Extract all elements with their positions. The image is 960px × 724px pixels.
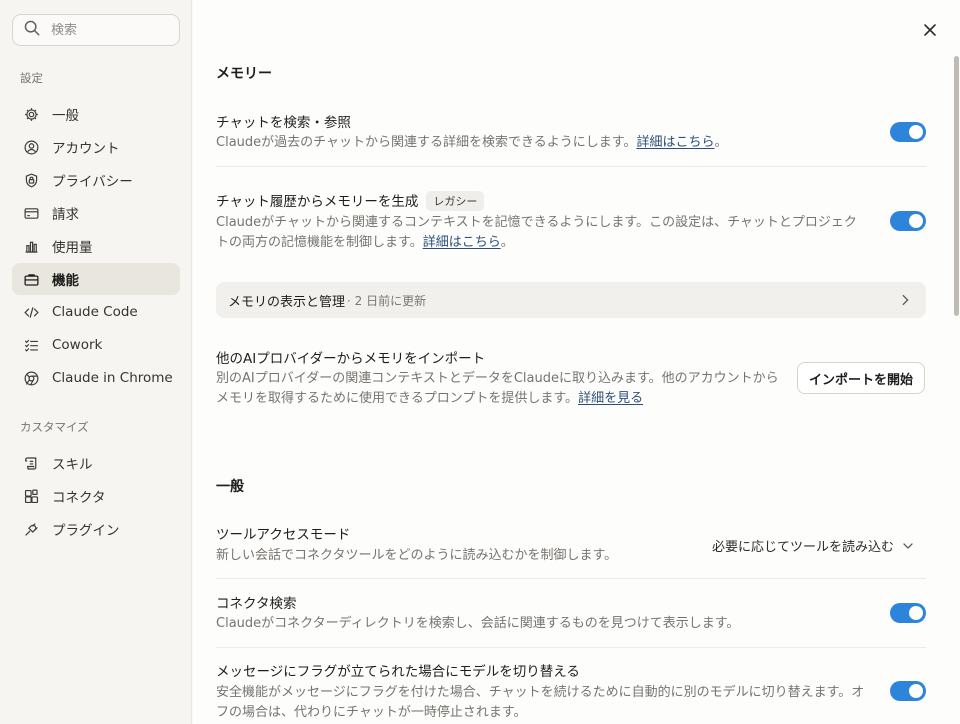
sidebar-item-claude-code[interactable]: Claude Code	[12, 296, 180, 328]
divider	[216, 578, 926, 579]
sidebar-item-label: Cowork	[52, 337, 103, 353]
briefcase-icon	[22, 270, 40, 288]
scrollbar[interactable]	[954, 56, 959, 316]
memory-heading: メモリー	[216, 66, 272, 82]
section-label-customize: カスタマイズ	[20, 420, 89, 434]
search-input[interactable]	[51, 22, 171, 38]
sidebar-item-label: スキル	[52, 457, 93, 473]
search-icon	[23, 19, 41, 41]
flag-switch-toggle[interactable]	[890, 681, 926, 701]
divider	[216, 647, 926, 648]
sidebar-item-plugins[interactable]: プラグイン	[12, 513, 180, 545]
code-icon	[22, 303, 40, 321]
sidebar-item-label: アカウント	[52, 141, 120, 157]
sidebar-item-billing[interactable]: 請求	[12, 197, 180, 229]
sidebar-item-label: 使用量	[52, 240, 93, 256]
bar-chart-icon	[22, 237, 40, 255]
connector-search-title: コネクタ検索	[216, 596, 297, 612]
sidebar-item-label: Claude Code	[52, 304, 138, 320]
generate-memory-title-text: チャット履歴からメモリーを生成	[216, 194, 419, 210]
credit-card-icon	[22, 204, 40, 222]
import-memory-desc: 別のAIプロバイダーの関連コンテキストとデータをClaudeに取り込みます。他の…	[216, 369, 786, 409]
tool-access-desc: 新しい会話でコネクタツールをどのように読み込むかを制御します。	[216, 548, 618, 563]
generate-memory-desc-tail: 。	[500, 235, 514, 250]
gear-icon	[22, 105, 40, 123]
sidebar-item-features[interactable]: 機能	[12, 263, 180, 295]
section-label-settings: 設定	[20, 71, 43, 85]
sidebar-item-label: 機能	[52, 273, 79, 289]
tool-access-title: ツールアクセスモード	[216, 527, 351, 543]
import-memory-desc-text: 別のAIプロバイダーの関連コンテキストとデータをClaudeに取り込みます。他の…	[216, 371, 779, 406]
close-icon	[924, 24, 936, 36]
sidebar-item-privacy[interactable]: プライバシー	[12, 164, 180, 196]
sidebar-item-label: コネクタ	[52, 490, 106, 506]
import-memory-title: 他のAIプロバイダーからメモリをインポート	[216, 351, 486, 367]
chevron-down-icon	[903, 542, 913, 549]
flag-switch-desc: 安全機能がメッセージにフラグを付けた場合、チャットを続けるために自動的に別のモデ…	[216, 685, 865, 720]
manage-memory-row[interactable]: メモリの表示と管理 · 2 日前に更新	[216, 282, 926, 318]
legacy-badge: レガシー	[426, 191, 485, 211]
flag-switch-title: メッセージにフラグが立てられた場合にモデルを切り替える	[216, 664, 580, 680]
manage-memory-updated: · 2 日前に更新	[347, 293, 427, 308]
search-chats-toggle[interactable]	[890, 122, 926, 142]
search-box[interactable]	[12, 14, 180, 46]
sidebar-item-cowork[interactable]: Cowork	[12, 329, 180, 361]
import-learn-more-link[interactable]: 詳細を見る	[578, 391, 643, 406]
sidebar-item-claude-in-chrome[interactable]: Claude in Chrome	[12, 362, 180, 394]
sidebar: 設定 一般 アカウント プライバシー 請求	[0, 0, 192, 724]
chrome-icon	[22, 369, 40, 387]
settings-main: メモリー チャットを検索・参照 Claudeが過去のチャットから関連する詳細を検…	[193, 0, 960, 724]
tool-access-value: 必要に応じてツールを読み込む	[711, 540, 894, 555]
generate-memory-title: チャット履歴からメモリーを生成 レガシー	[216, 190, 485, 211]
sidebar-item-label: Claude in Chrome	[52, 370, 173, 386]
sidebar-item-account[interactable]: アカウント	[12, 131, 180, 163]
sidebar-item-general[interactable]: 一般	[12, 98, 180, 130]
manage-memory-label: メモリの表示と管理	[228, 294, 346, 310]
checklist-icon	[22, 336, 40, 354]
search-chats-desc: Claudeが過去のチャットから関連する詳細を検索できるようにします。詳細はこち…	[216, 133, 776, 153]
general-heading: 一般	[216, 479, 244, 495]
sidebar-item-label: 請求	[52, 207, 79, 223]
sidebar-item-usage[interactable]: 使用量	[12, 230, 180, 262]
sidebar-item-connectors[interactable]: コネクタ	[12, 480, 180, 512]
generate-memory-toggle[interactable]	[890, 211, 926, 231]
scroll-icon	[22, 454, 40, 472]
connector-search-desc: Claudeがコネクターディレクトリを検索し、会話に関連するものを見つけて表示し…	[216, 616, 740, 631]
search-chats-learn-more-link[interactable]: 詳細はこちら	[636, 135, 714, 150]
sidebar-item-label: 一般	[52, 108, 79, 124]
shield-lock-icon	[22, 171, 40, 189]
search-chats-title: チャットを検索・参照	[216, 115, 351, 131]
search-chats-desc-tail: 。	[714, 135, 728, 150]
divider	[216, 166, 926, 167]
generate-memory-desc: Claudeがチャットから関連するコンテキストを記憶できるようにします。この設定…	[216, 213, 866, 253]
settings-window: 設定 一般 アカウント プライバシー 請求	[0, 0, 960, 724]
sidebar-item-skills[interactable]: スキル	[12, 447, 180, 479]
tool-access-select[interactable]: 必要に応じてツールを読み込む	[712, 536, 914, 555]
chevron-right-icon	[902, 294, 909, 306]
plug-icon	[22, 520, 40, 538]
generate-memory-desc-text: Claudeがチャットから関連するコンテキストを記憶できるようにします。この設定…	[216, 215, 857, 250]
sidebar-item-label: プライバシー	[52, 174, 133, 190]
search-chats-desc-text: Claudeが過去のチャットから関連する詳細を検索できるようにします。	[216, 135, 637, 150]
sidebar-item-label: プラグイン	[52, 523, 120, 539]
blocks-icon	[22, 487, 40, 505]
user-circle-icon	[22, 138, 40, 156]
close-button[interactable]	[920, 20, 940, 40]
generate-memory-learn-more-link[interactable]: 詳細はこちら	[423, 235, 501, 250]
connector-search-toggle[interactable]	[890, 603, 926, 623]
start-import-button[interactable]: インポートを開始	[796, 362, 925, 394]
